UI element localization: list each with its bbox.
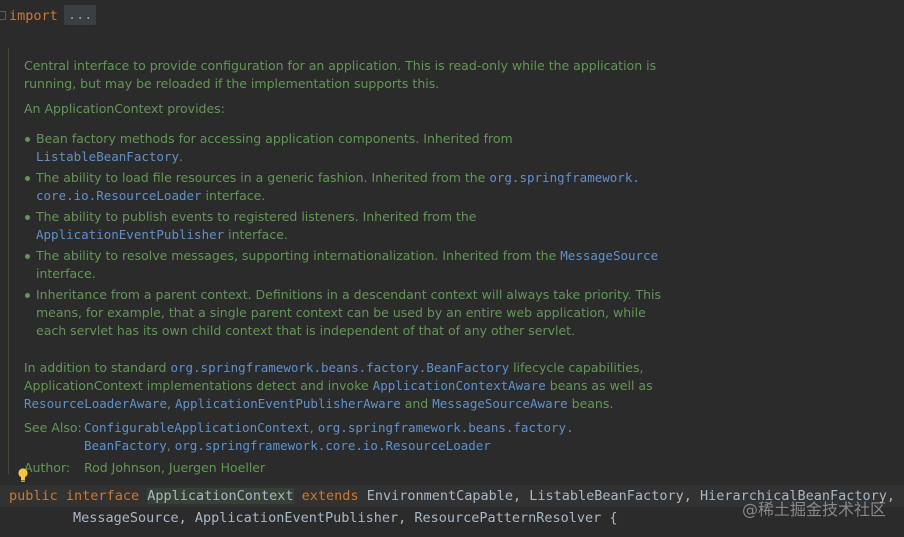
link-listable-bean-factory[interactable]: ListableBeanFactory [36, 149, 179, 164]
see-also-label: See Also: [24, 420, 82, 435]
link-configurable-application-context[interactable]: ConfigurableApplicationContext [84, 420, 310, 435]
link-message-source-aware[interactable]: MessageSourceAware [432, 396, 567, 411]
link-message-source[interactable]: MessageSource [560, 248, 658, 263]
bullet-icon [25, 215, 30, 220]
doc-provides: An ApplicationContext provides: [24, 101, 225, 116]
link-beans-factory-pkg[interactable]: org.springframework.beans.factory. [318, 420, 574, 435]
rendered-javadoc: Central interface to provide configurati… [8, 48, 904, 475]
doc-additional-line-2: ApplicationContext implementations detec… [24, 378, 653, 393]
extends-types-line-2[interactable]: MessageSource, ApplicationEventPublisher… [73, 510, 618, 526]
link-bean-factory[interactable]: BeanFactory [84, 438, 167, 453]
extends-keyword: extends [301, 488, 359, 504]
folded-imports[interactable]: ... [64, 5, 97, 25]
author-label: Author: [24, 460, 71, 475]
see-also-line-2: BeanFactory, org.springframework.core.io… [84, 438, 491, 453]
public-keyword: public [9, 488, 58, 504]
bullet-5-line-2: means, for example, that a single parent… [36, 305, 646, 320]
bullet-4-line-1: The ability to resolve messages, support… [36, 248, 659, 263]
fold-marker-icon[interactable] [0, 11, 6, 20]
interface-keyword: interface [65, 488, 140, 504]
watermark: @稀土掘金技术社区 [741, 500, 886, 519]
bullet-4-line-2: interface. [36, 266, 96, 281]
see-also-line-1: ConfigurableApplicationContext, org.spri… [84, 420, 574, 435]
link-bean-factory-fqn[interactable]: org.springframework.beans.factory.BeanFa… [170, 360, 509, 375]
bullet-2-line-2: core.io.ResourceLoader interface. [36, 188, 266, 203]
link-application-context-aware[interactable]: ApplicationContextAware [373, 378, 546, 393]
link-application-event-publisher[interactable]: ApplicationEventPublisher [36, 227, 224, 242]
doc-additional-line-3: ResourceLoaderAware, ApplicationEventPub… [24, 396, 614, 411]
link-application-event-publisher-aware[interactable]: ApplicationEventPublisherAware [175, 396, 401, 411]
bullet-5-line-3: each servlet has its own child context t… [36, 323, 576, 338]
doc-intro-line-2: running, but may be reloaded if the impl… [24, 76, 440, 91]
bullet-icon [25, 254, 30, 259]
bullet-2-line-1: The ability to load file resources in a … [36, 170, 640, 185]
code-editor[interactable]: import ... Central interface to provide … [0, 0, 904, 537]
bullet-1-line-1: Bean factory methods for accessing appli… [36, 131, 513, 146]
import-keyword: import [9, 8, 58, 24]
lightbulb-icon[interactable] [17, 467, 29, 483]
bullet-3-line-1: The ability to publish events to registe… [36, 209, 477, 224]
link-resource-loader-fqn[interactable]: org.springframework.core.io.ResourceLoad… [175, 438, 491, 453]
link-resource-loader-pkg[interactable]: org.springframework. [489, 170, 640, 185]
link-resource-loader[interactable]: core.io.ResourceLoader [36, 188, 202, 203]
bullet-1-line-2: ListableBeanFactory. [36, 149, 183, 164]
link-resource-loader-aware[interactable]: ResourceLoaderAware [24, 396, 167, 411]
interface-name[interactable]: ApplicationContext [147, 488, 294, 504]
doc-intro-line-1: Central interface to provide configurati… [24, 58, 657, 73]
bullet-icon [25, 137, 30, 142]
author-value: Rod Johnson, Juergen Hoeller [84, 460, 266, 475]
bullet-icon [25, 176, 30, 181]
bullet-3-line-2: ApplicationEventPublisher interface. [36, 227, 288, 242]
bullet-icon [25, 293, 30, 298]
bullet-5-line-1: Inheritance from a parent context. Defin… [36, 287, 662, 302]
doc-additional-line-1: In addition to standard org.springframew… [24, 360, 644, 375]
